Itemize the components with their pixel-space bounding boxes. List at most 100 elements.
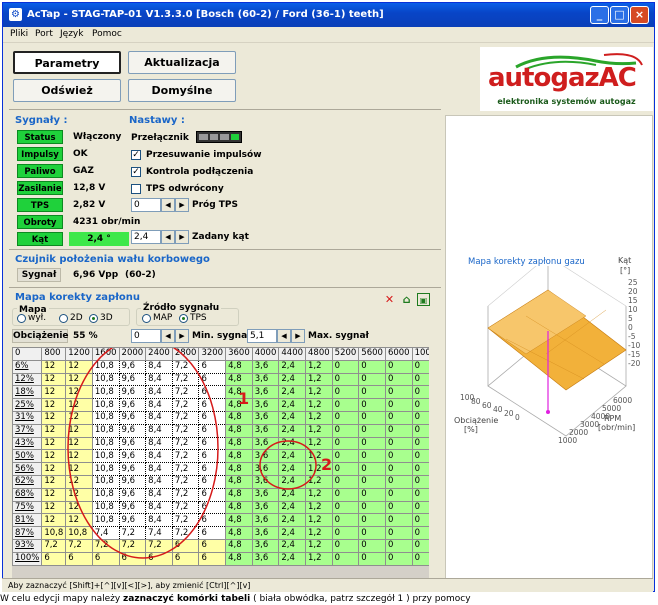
map-cell[interactable]: 0 <box>384 410 413 425</box>
spin-left-icon[interactable]: ◀ <box>161 329 175 343</box>
delete-icon[interactable]: ✕ <box>383 293 396 306</box>
load-header[interactable]: 81% <box>12 513 43 528</box>
load-header[interactable]: 25% <box>12 398 43 412</box>
map-cell[interactable]: 0 <box>411 436 429 451</box>
map-cell[interactable]: 0 <box>384 449 413 464</box>
map-cell[interactable]: 0 <box>411 487 429 502</box>
minimize-button[interactable]: _ <box>590 6 609 24</box>
load-header[interactable]: 68% <box>12 487 43 502</box>
load-header[interactable]: 56% <box>12 462 43 476</box>
min-signal-spinner[interactable]: ◀ ▶ <box>161 329 189 343</box>
map-cell[interactable]: 0 <box>358 410 386 425</box>
map-cell[interactable]: 0 <box>358 474 386 489</box>
load-header[interactable]: 6% <box>12 359 43 374</box>
map-cell[interactable]: 0 <box>358 385 386 400</box>
load-header[interactable]: 12% <box>12 372 43 387</box>
tps-odwrocony-checkbox[interactable] <box>131 184 141 194</box>
map-cell[interactable]: 0 <box>384 513 413 528</box>
map-cell[interactable]: 0 <box>384 359 413 374</box>
load-header[interactable]: 18% <box>12 385 43 400</box>
map-cell[interactable]: 0 <box>358 372 386 387</box>
spin-right-icon[interactable]: ▶ <box>175 329 189 343</box>
map-cell[interactable]: 0 <box>384 538 413 553</box>
prog-tps-input[interactable]: 0 <box>131 198 161 212</box>
mode-3d-radio[interactable] <box>89 314 98 323</box>
load-header[interactable]: 37% <box>12 423 43 438</box>
max-signal-spinner[interactable]: ◀ ▶ <box>277 329 305 343</box>
map-cell[interactable]: 0 <box>384 436 413 451</box>
map-cell[interactable]: 0 <box>384 385 413 400</box>
kontrola-checkbox[interactable]: ✓ <box>131 167 141 177</box>
map-cell[interactable]: 0 <box>411 398 429 412</box>
menu-pomoc[interactable]: Pomoc <box>92 29 122 39</box>
spin-left-icon[interactable]: ◀ <box>277 329 291 343</box>
load-header[interactable]: 50% <box>12 449 43 464</box>
map-cell[interactable]: 0 <box>358 398 386 412</box>
map-cell[interactable]: 0 <box>384 372 413 387</box>
map-cell[interactable]: 0 <box>384 526 413 540</box>
map-cell[interactable]: 0 <box>411 538 429 553</box>
menu-port[interactable]: Port <box>35 29 53 39</box>
map-cell[interactable]: 0 <box>384 551 413 566</box>
map-cell[interactable]: 0 <box>358 500 386 515</box>
mode-off-radio[interactable] <box>17 314 26 323</box>
rpm-header[interactable]: 5600 <box>358 347 386 361</box>
map-cell[interactable]: 0 <box>411 526 429 540</box>
menu-pliki[interactable]: Pliki <box>10 29 28 39</box>
rpm-header[interactable]: 6000 <box>384 347 413 361</box>
zadany-kat-spinner[interactable]: ◀ ▶ <box>161 230 189 244</box>
map-cell[interactable]: 0 <box>358 359 386 374</box>
map-cell[interactable]: 0 <box>358 462 386 476</box>
parametry-button[interactable]: Parametry <box>13 51 121 74</box>
load-header[interactable]: 62% <box>12 474 43 489</box>
map-cell[interactable]: 0 <box>358 513 386 528</box>
map-cell[interactable]: 0 <box>384 474 413 489</box>
load-header[interactable]: 93% <box>12 538 43 553</box>
map-cell[interactable]: 0 <box>411 500 429 515</box>
maximize-button[interactable]: □ <box>610 6 629 24</box>
rpm-header[interactable]: 10000 <box>411 347 429 361</box>
map-cell[interactable]: 0 <box>384 500 413 515</box>
spin-right-icon[interactable]: ▶ <box>175 230 189 244</box>
przesuwanie-checkbox[interactable]: ✓ <box>131 150 141 160</box>
save-icon[interactable]: ▣ <box>417 293 430 306</box>
map-cell[interactable]: 0 <box>384 487 413 502</box>
spin-left-icon[interactable]: ◀ <box>161 198 175 212</box>
map-cell[interactable]: 0 <box>358 526 386 540</box>
spin-right-icon[interactable]: ▶ <box>175 198 189 212</box>
spin-right-icon[interactable]: ▶ <box>291 329 305 343</box>
spin-left-icon[interactable]: ◀ <box>161 230 175 244</box>
map-cell[interactable]: 0 <box>411 359 429 374</box>
map-cell[interactable]: 0 <box>411 551 429 566</box>
map-cell[interactable]: 0 <box>358 551 386 566</box>
close-button[interactable]: × <box>630 6 649 24</box>
switch-indicator[interactable] <box>196 131 242 143</box>
map-cell[interactable]: 0 <box>384 398 413 412</box>
map-cell[interactable]: 0 <box>358 538 386 553</box>
map-cell[interactable]: 0 <box>411 410 429 425</box>
map-cell[interactable]: 0 <box>358 436 386 451</box>
map-cell[interactable]: 0 <box>411 462 429 476</box>
title-bar[interactable]: ⚙ AcTap - STAG-TAP-01 V1.3.3.0 [Bosch (6… <box>3 3 654 27</box>
load-header[interactable]: 31% <box>12 410 43 425</box>
map-cell[interactable]: 0 <box>384 423 413 438</box>
max-signal-input[interactable]: 5,1 <box>247 329 277 343</box>
map-cell[interactable]: 0 <box>358 423 386 438</box>
odswiez-button[interactable]: Odśwież <box>13 79 121 102</box>
map-cell[interactable]: 0 <box>411 474 429 489</box>
map-cell[interactable]: 0 <box>384 462 413 476</box>
load-header[interactable]: 43% <box>12 436 43 451</box>
load-header[interactable]: 75% <box>12 500 43 515</box>
zadany-kat-input[interactable]: 2,4 <box>131 230 161 244</box>
source-tps-radio[interactable] <box>179 314 188 323</box>
map-cell[interactable]: 0 <box>411 423 429 438</box>
map-cell[interactable]: 0 <box>358 487 386 502</box>
map-cell[interactable]: 0 <box>411 513 429 528</box>
load-header[interactable]: 87% <box>12 526 43 540</box>
mode-2d-radio[interactable] <box>59 314 68 323</box>
source-map-radio[interactable] <box>142 314 151 323</box>
map-cell[interactable]: 0 <box>411 372 429 387</box>
open-folder-icon[interactable]: ⌂ <box>400 293 413 306</box>
map-cell[interactable]: 0 <box>358 449 386 464</box>
menu-jezyk[interactable]: Język <box>60 29 83 39</box>
